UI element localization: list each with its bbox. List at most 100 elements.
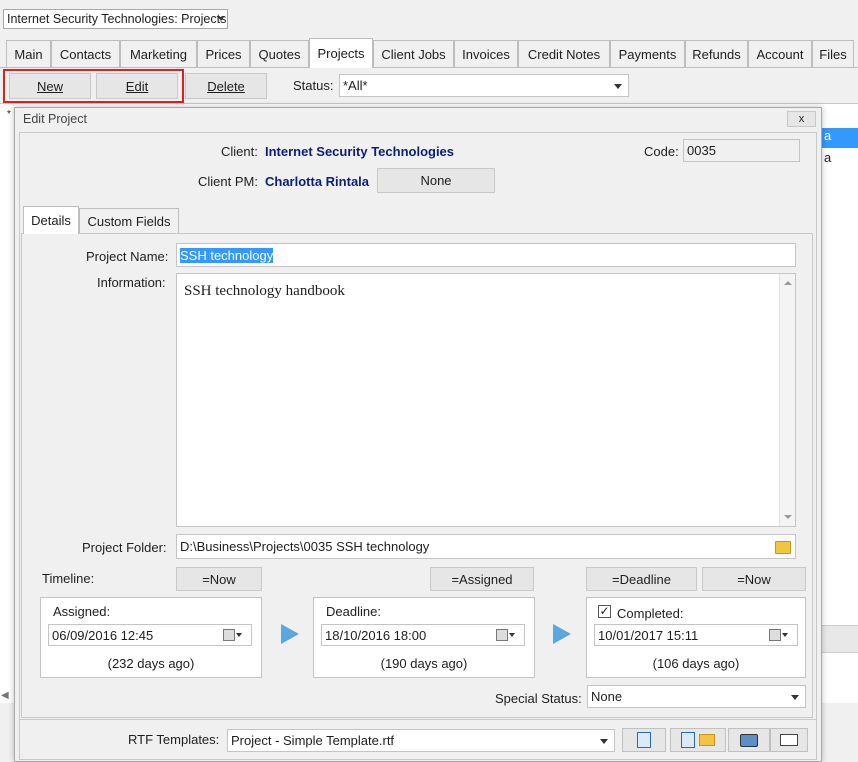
envelope-icon: [780, 734, 798, 746]
email-button[interactable]: [770, 728, 808, 752]
assigned-date-input[interactable]: 06/09/2016 12:45: [48, 624, 252, 646]
close-button[interactable]: x: [787, 111, 816, 127]
completed-group: ✓ Completed: 10/01/2017 15:11 (106 days …: [586, 597, 806, 678]
tab-label: Projects: [317, 46, 365, 61]
print-button[interactable]: [728, 728, 770, 752]
completed-date-input[interactable]: 10/01/2017 15:11: [594, 624, 798, 646]
rtf-template-select[interactable]: Project - Simple Template.rtf: [227, 729, 615, 752]
tab-label: Details: [31, 213, 71, 228]
tab-quotes[interactable]: Quotes: [250, 40, 309, 67]
client-pm-value: Charlotta Rintala: [265, 174, 370, 189]
client-pm-label: Client PM:: [198, 174, 258, 189]
project-name-input[interactable]: SSH technology: [176, 243, 796, 267]
tab-main[interactable]: Main: [6, 40, 51, 67]
calendar-icon[interactable]: [223, 629, 243, 641]
open-template-button[interactable]: [622, 728, 666, 752]
deadline-button-label: =Deadline: [612, 571, 671, 587]
arrow-right-icon: [553, 624, 571, 644]
tab-label: Main: [14, 46, 43, 62]
scroll-left-icon[interactable]: ◀: [1, 690, 11, 706]
deadline-ago: (190 days ago): [380, 656, 468, 671]
delete-button-label: Delete: [207, 78, 245, 94]
window-selector-text: Internet Security Technologies: Projects: [7, 12, 227, 26]
now-button-label: =Now: [737, 571, 771, 587]
scrollbar[interactable]: [822, 625, 858, 653]
assigned-button[interactable]: =Assigned: [430, 567, 534, 591]
tab-label: Contacts: [59, 46, 112, 62]
pm-none-button[interactable]: None: [377, 168, 495, 193]
tab-label: Account: [756, 46, 804, 62]
deadline-date-input[interactable]: 18/10/2016 18:00: [321, 624, 525, 646]
rtf-template-value: Project - Simple Template.rtf: [231, 733, 395, 748]
tab-projects[interactable]: Projects: [309, 38, 373, 68]
tab-prices[interactable]: Prices: [197, 40, 250, 67]
tab-label: Credit Notes: [527, 46, 601, 62]
folder-icon[interactable]: [775, 541, 791, 554]
list-item-text: a: [824, 150, 832, 165]
project-name-label: Project Name:: [86, 249, 169, 264]
calendar-icon[interactable]: [769, 629, 789, 641]
information-value: SSH technology handbook: [184, 283, 345, 299]
tab-account[interactable]: Account: [748, 40, 812, 67]
code-label: Code:: [644, 144, 679, 159]
delete-button[interactable]: Delete: [185, 73, 267, 99]
tab-label: Invoices: [462, 46, 510, 62]
information-textarea[interactable]: SSH technology handbook: [176, 273, 796, 527]
tab-custom-fields[interactable]: Custom Fields: [79, 208, 179, 233]
special-status-label: Special Status:: [495, 691, 582, 706]
highlight-box: [3, 69, 184, 103]
tab-label: Payments: [618, 46, 677, 62]
status-select[interactable]: *All*: [339, 74, 629, 97]
calendar-icon[interactable]: [496, 629, 516, 641]
chevron-down-icon: [791, 694, 799, 700]
now-button-1[interactable]: =Now: [176, 567, 262, 591]
project-folder-value: D:\Business\Projects\0035 SSH technology: [180, 539, 430, 554]
deadline-label: Deadline:: [326, 604, 381, 619]
scroll-up-icon: [784, 281, 792, 285]
tab-refunds[interactable]: Refunds: [685, 40, 748, 67]
tab-credit-notes[interactable]: Credit Notes: [518, 40, 610, 67]
completed-label: Completed:: [617, 606, 684, 621]
now-button-label: =Now: [202, 571, 236, 587]
tab-label: Client Jobs: [381, 46, 446, 62]
deadline-button[interactable]: =Deadline: [586, 567, 697, 591]
status-value: *All*: [343, 78, 368, 93]
new-template-button[interactable]: [670, 728, 726, 752]
tab-label: Custom Fields: [87, 213, 171, 229]
special-status-value: None: [591, 689, 623, 704]
tab-label: Quotes: [258, 46, 301, 62]
tab-client-jobs[interactable]: Client Jobs: [373, 40, 454, 67]
tab-label: Files: [819, 46, 847, 62]
now-button-2[interactable]: =Now: [702, 567, 806, 591]
folder-icon: [699, 734, 715, 746]
list-item[interactable]: a: [822, 150, 858, 170]
tab-details[interactable]: Details: [23, 206, 79, 234]
list-item[interactable]: a: [822, 128, 858, 148]
window-selector[interactable]: Internet Security Technologies: Projects: [3, 9, 228, 29]
tab-label: Refunds: [692, 46, 741, 62]
pm-none-label: None: [420, 173, 452, 188]
project-folder-input[interactable]: D:\Business\Projects\0035 SSH technology: [176, 534, 796, 559]
close-icon: x: [798, 113, 805, 125]
tab-payments[interactable]: Payments: [610, 40, 685, 67]
code-field[interactable]: 0035: [683, 139, 800, 162]
scrollbar[interactable]: [779, 274, 795, 526]
assigned-button-label: =Assigned: [451, 571, 513, 587]
code-value: 0035: [687, 143, 716, 158]
assigned-group: Assigned: 06/09/2016 12:45 (232 days ago…: [40, 597, 262, 678]
document-icon: [681, 732, 695, 748]
status-label: Status:: [293, 78, 334, 93]
list-item-text: a: [824, 128, 832, 143]
tab-files[interactable]: Files: [812, 40, 854, 67]
tab-invoices[interactable]: Invoices: [454, 40, 518, 67]
printer-icon: [740, 733, 758, 747]
client-label: Client:: [221, 144, 258, 159]
chevron-down-icon: [614, 83, 622, 89]
tab-marketing[interactable]: Marketing: [120, 40, 197, 67]
timeline-label: Timeline:: [42, 571, 95, 586]
assigned-ago: (232 days ago): [107, 656, 195, 671]
completed-checkbox[interactable]: ✓: [598, 605, 611, 618]
tab-strip: [0, 67, 858, 68]
tab-contacts[interactable]: Contacts: [51, 40, 120, 67]
special-status-select[interactable]: None: [587, 685, 806, 708]
